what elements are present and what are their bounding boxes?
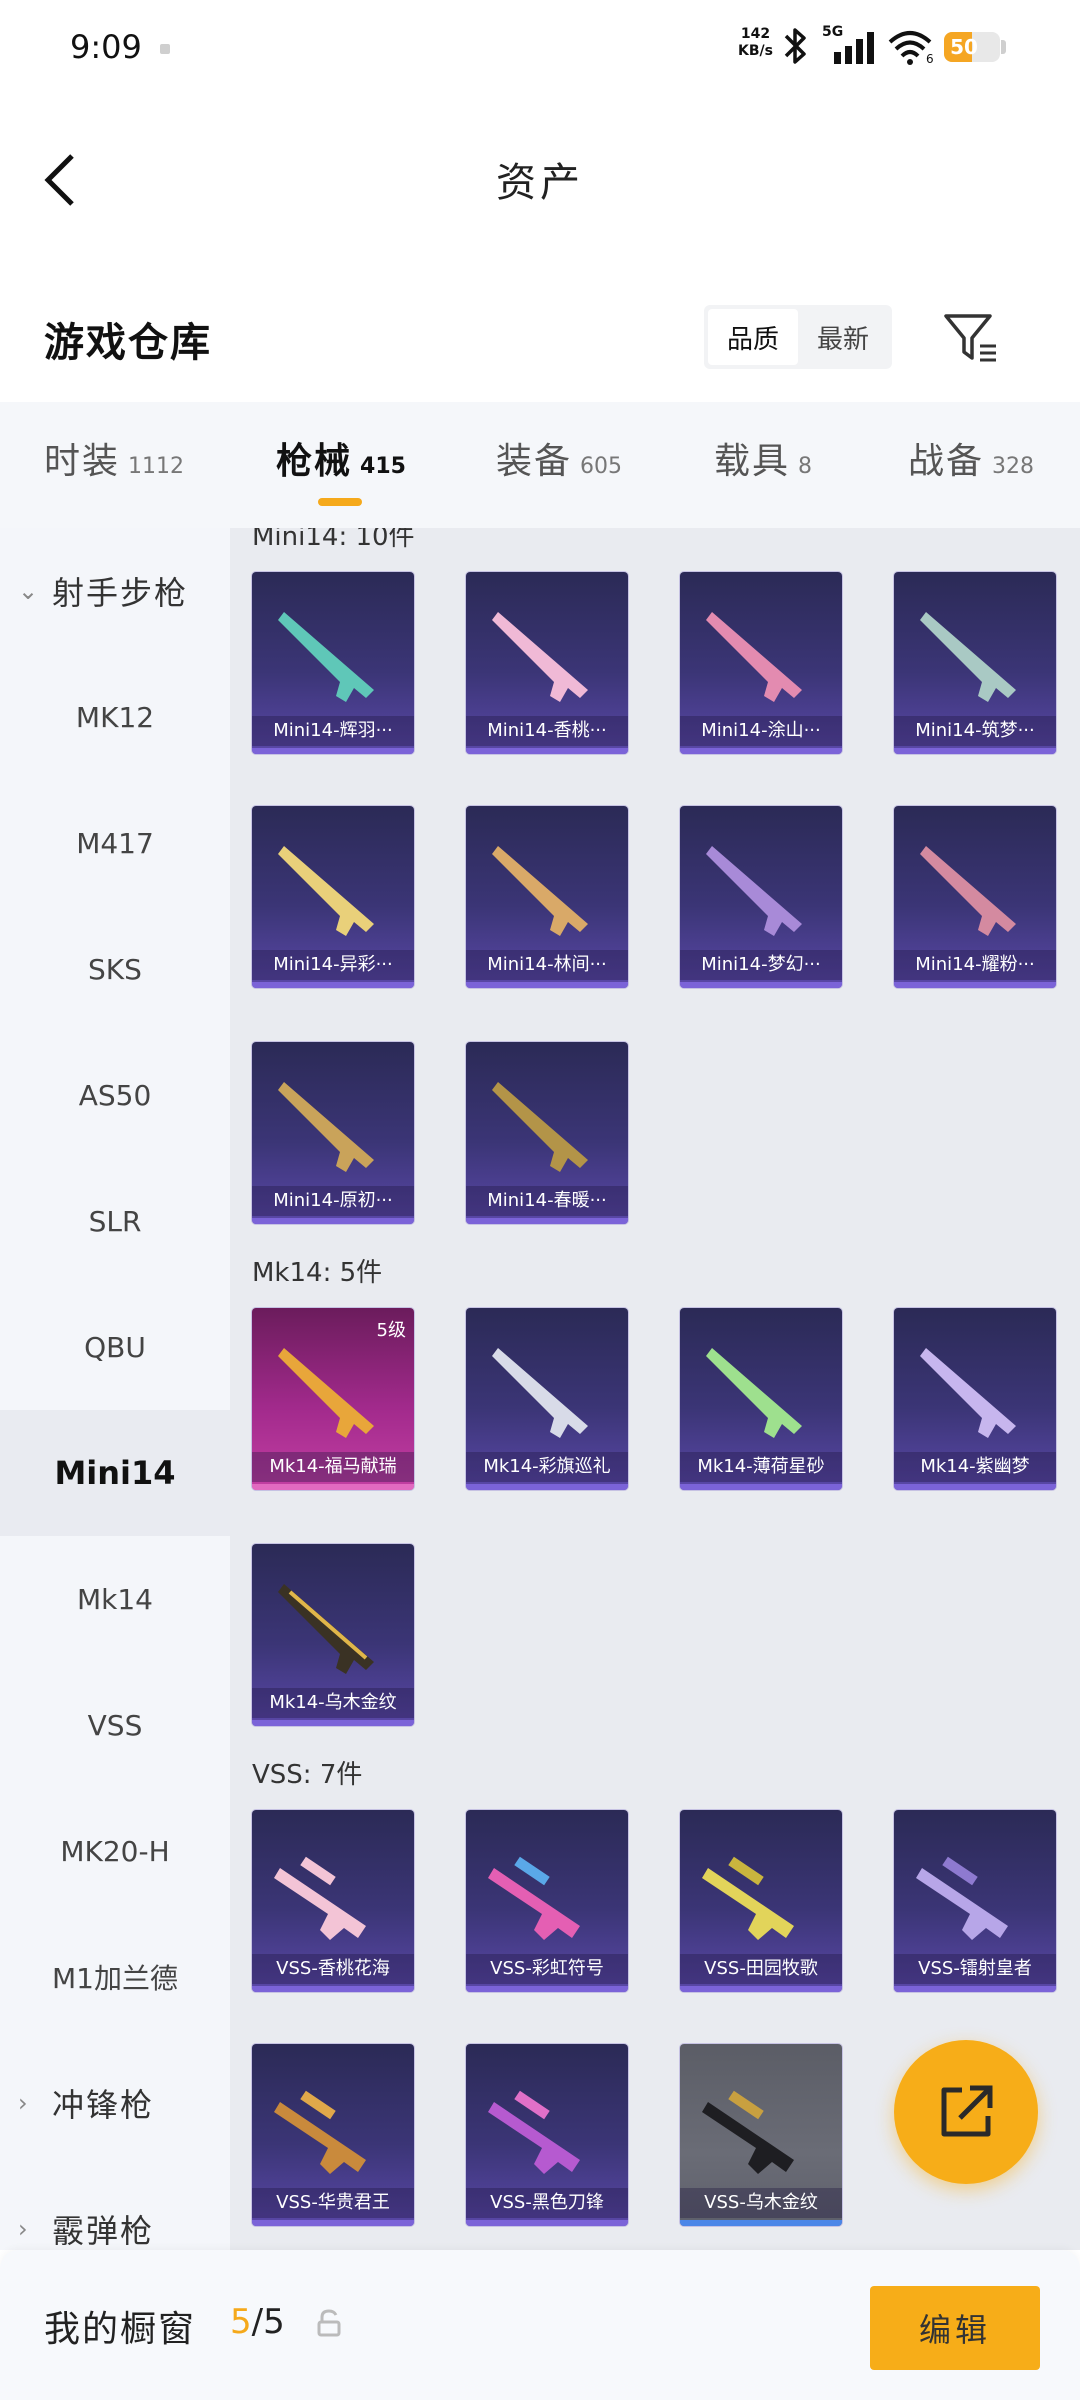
rifle-icon <box>492 1082 588 1172</box>
rifle-icon <box>492 612 588 702</box>
skin-card[interactable]: Mini14-梦幻··· <box>680 806 842 988</box>
section-label-vss: VSS: 7件 <box>252 1760 363 1790</box>
sidebar-item-mini14[interactable]: Mini14 <box>0 1410 230 1536</box>
skin-card[interactable]: Mk14-薄荷星砂 <box>680 1308 842 1490</box>
rifle-icon <box>278 1082 374 1172</box>
active-tab-indicator <box>318 498 362 506</box>
sort-newest-option[interactable]: 最新 <box>798 309 888 365</box>
skin-card[interactable]: Mini14-异彩··· <box>252 806 414 988</box>
skin-card[interactable]: Mk14-乌木金纹 <box>252 1544 414 1726</box>
skin-card[interactable]: Mk14-紫幽梦 <box>894 1308 1056 1490</box>
skin-card[interactable]: Mini14-筑梦··· <box>894 572 1056 754</box>
notification-dot-icon <box>160 44 170 54</box>
filter-button[interactable] <box>940 308 1000 368</box>
sidebar-group-marksman[interactable]: ⌄ 射手步枪 <box>0 528 230 654</box>
sidebar-group-shotgun[interactable]: › 霰弹枪 <box>0 2166 230 2250</box>
skin-card[interactable]: VSS-镭射皇者 <box>894 1810 1056 1992</box>
sidebar-item-mk14[interactable]: Mk14 <box>0 1536 230 1662</box>
sort-toggle: 品质 最新 <box>704 305 892 369</box>
rifle-icon <box>492 1348 588 1438</box>
tab-equipment[interactable]: 装备 605 <box>496 432 622 484</box>
sidebar-item-m1-garand[interactable]: M1加兰德 <box>0 1914 230 2040</box>
skin-card[interactable]: Mini14-春暖··· <box>466 1042 628 1224</box>
signal-icon <box>834 32 874 64</box>
skin-card[interactable]: VSS-田园牧歌 <box>680 1810 842 1992</box>
tab-fashion[interactable]: 时装 1112 <box>44 432 184 484</box>
top-header: 资产 <box>0 120 1080 240</box>
sniper-rifle-icon <box>488 1856 580 1940</box>
sidebar-item-slr[interactable]: SLR <box>0 1158 230 1284</box>
rifle-icon <box>706 612 802 702</box>
sidebar-item-as50[interactable]: AS50 <box>0 1032 230 1158</box>
sidebar-item-sks[interactable]: SKS <box>0 906 230 1032</box>
rifle-icon <box>706 846 802 936</box>
skin-card[interactable]: VSS-彩虹符号 <box>466 1810 628 1992</box>
rifle-icon <box>278 1584 374 1674</box>
rifle-icon <box>278 1348 374 1438</box>
sniper-rifle-icon <box>702 2090 794 2174</box>
showcase-count: 5/5 <box>230 2302 285 2342</box>
skin-card[interactable]: VSS-黑色刀锋 <box>466 2044 628 2226</box>
rifle-icon <box>920 1348 1016 1438</box>
tab-vehicles[interactable]: 载具 8 <box>714 432 812 484</box>
skin-card[interactable]: VSS-乌木金纹 <box>680 2044 842 2226</box>
sidebar-group-smg[interactable]: › 冲锋枪 <box>0 2040 230 2166</box>
skin-card[interactable]: VSS-香桃花海 <box>252 1810 414 1992</box>
sidebar-item-m417[interactable]: M417 <box>0 780 230 906</box>
rifle-icon <box>920 612 1016 702</box>
chevron-right-icon: › <box>18 2089 30 2117</box>
skin-card[interactable]: Mk14-彩旗巡礼 <box>466 1308 628 1490</box>
section-label-mk14: Mk14: 5件 <box>252 1258 383 1288</box>
rifle-icon <box>706 1348 802 1438</box>
sniper-rifle-icon <box>916 1856 1008 1940</box>
sniper-rifle-icon <box>274 1856 366 1940</box>
chevron-left-icon <box>44 154 74 206</box>
skin-card[interactable]: 5级 Mk14-福马献瑞 <box>252 1308 414 1490</box>
skin-card[interactable]: Mini14-香桃··· <box>466 572 628 754</box>
filter-icon <box>944 314 996 362</box>
skin-card[interactable]: VSS-华贵君王 <box>252 2044 414 2226</box>
section-label-mini14: Mini14: 10件 <box>252 528 415 552</box>
lock-icon <box>317 2309 341 2337</box>
category-tabs: 时装 1112 枪械 415 装备 605 载具 8 战备 328 <box>0 402 1080 528</box>
rifle-icon <box>278 846 374 936</box>
bluetooth-icon <box>782 26 810 75</box>
sort-quality-option[interactable]: 品质 <box>708 309 798 365</box>
edit-button[interactable]: 编辑 <box>870 2286 1040 2370</box>
skin-card[interactable]: Mini14-辉羽··· <box>252 572 414 754</box>
skin-card[interactable]: Mini14-原初··· <box>252 1042 414 1224</box>
rifle-icon <box>492 846 588 936</box>
sidebar-item-qbu[interactable]: QBU <box>0 1284 230 1410</box>
battery-icon: 50 <box>944 32 1000 62</box>
sniper-rifle-icon <box>274 2090 366 2174</box>
showcase-bar: 我的橱窗 5/5 编辑 <box>0 2250 1080 2400</box>
skin-grid: Mini14: 10件 Mini14-辉羽··· Mini14-香桃··· Mi… <box>230 528 1080 2250</box>
tab-supplies[interactable]: 战备 328 <box>908 432 1034 484</box>
share-export-icon <box>941 2085 993 2137</box>
chevron-right-icon: › <box>18 2215 30 2243</box>
wifi-level: 6 <box>926 52 934 66</box>
skin-card[interactable]: Mini14-林间··· <box>466 806 628 988</box>
sniper-rifle-icon <box>488 2090 580 2174</box>
weapon-sidebar: ⌄ 射手步枪 MK12 M417 SKS AS50 SLR QBU Mini14 … <box>0 528 230 2250</box>
rifle-icon <box>278 612 374 702</box>
sniper-rifle-icon <box>702 1856 794 1940</box>
warehouse-title: 游戏仓库 <box>44 320 212 366</box>
back-button[interactable] <box>30 140 90 220</box>
page-title: 资产 <box>496 160 584 206</box>
rifle-icon <box>920 846 1016 936</box>
tab-guns[interactable]: 枪械 415 <box>276 432 406 484</box>
status-time: 9:09 <box>70 28 142 66</box>
status-bar: 9:09 142 KB/s 5G 6 50 <box>0 0 1080 100</box>
share-button[interactable] <box>894 2040 1038 2184</box>
skin-card[interactable]: Mini14-耀粉··· <box>894 806 1056 988</box>
showcase-label: 我的橱窗 <box>44 2309 197 2350</box>
chevron-down-icon: ⌄ <box>18 577 41 605</box>
network-speed: 142 KB/s <box>738 26 773 59</box>
sidebar-item-mk20h[interactable]: MK20-H <box>0 1788 230 1914</box>
sidebar-item-vss[interactable]: VSS <box>0 1662 230 1788</box>
sidebar-item-mk12[interactable]: MK12 <box>0 654 230 780</box>
skin-card[interactable]: Mini14-涂山··· <box>680 572 842 754</box>
